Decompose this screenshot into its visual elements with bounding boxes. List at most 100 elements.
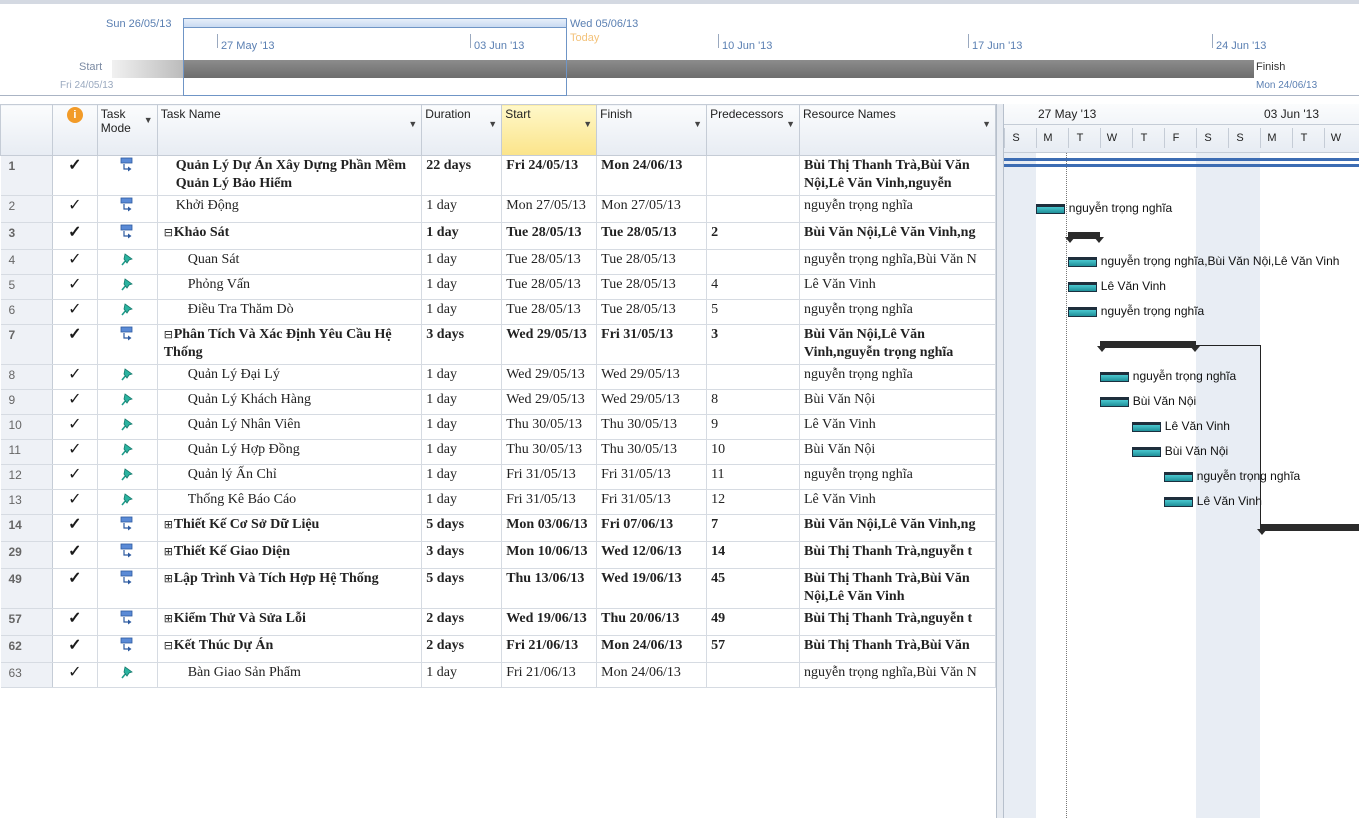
predecessors-cell[interactable] xyxy=(706,249,800,275)
finish-cell[interactable]: Mon 27/05/13 xyxy=(596,195,708,223)
view-splitter[interactable] xyxy=(996,104,1004,818)
task-name-cell[interactable]: Phỏng Vấn xyxy=(157,274,423,300)
finish-cell[interactable]: Wed 19/06/13 xyxy=(596,568,708,609)
task-bar[interactable] xyxy=(1164,497,1193,507)
duration-cell[interactable]: 1 day xyxy=(421,195,503,223)
filter-arrow-icon[interactable]: ▼ xyxy=(144,115,153,125)
task-row[interactable]: 4 ✓ Quan Sát 1 day Tue 28/05/13 Tue 28/05/13 n… xyxy=(0,249,996,275)
predecessors-cell[interactable]: 45 xyxy=(706,568,800,609)
column-header-start[interactable]: Start ▼ xyxy=(501,104,598,156)
manually-scheduled-icon[interactable] xyxy=(97,489,158,515)
task-bar[interactable] xyxy=(1068,282,1097,292)
start-cell[interactable]: Wed 29/05/13 xyxy=(501,324,598,365)
manually-scheduled-icon[interactable] xyxy=(97,464,158,490)
predecessors-cell[interactable]: 5 xyxy=(706,299,800,325)
collapse-toggle[interactable]: ⊟ xyxy=(164,326,174,344)
task-name-cell[interactable]: ⊟Kết Thúc Dự Án xyxy=(157,635,423,663)
task-bar[interactable] xyxy=(1068,257,1097,267)
resource-names-cell[interactable]: Bùi Văn Nội,Lê Văn Vinh,ng xyxy=(799,222,996,250)
duration-cell[interactable]: 1 day xyxy=(421,414,503,440)
duration-cell[interactable]: 1 day xyxy=(421,299,503,325)
summary-bar-start-marker[interactable] xyxy=(1097,345,1107,352)
manually-scheduled-icon[interactable] xyxy=(97,389,158,415)
resource-names-cell[interactable]: Bùi Văn Nội xyxy=(799,439,996,465)
task-sheet[interactable]: i Task Mode ▼ Task Name ▼ Duration ▼ Start ▼… xyxy=(0,104,996,818)
column-header-duration[interactable]: Duration ▼ xyxy=(421,104,503,156)
row-id[interactable]: 12 xyxy=(0,464,53,490)
auto-scheduled-icon[interactable] xyxy=(97,541,158,569)
finish-cell[interactable]: Tue 28/05/13 xyxy=(596,249,708,275)
task-row[interactable]: 10 ✓ Quản Lý Nhân Viên 1 day Thu 30/05/13 Thu… xyxy=(0,414,996,440)
finish-cell[interactable]: Fri 07/06/13 xyxy=(596,514,708,542)
auto-scheduled-icon[interactable] xyxy=(97,635,158,663)
predecessors-cell[interactable] xyxy=(706,195,800,223)
task-name-cell[interactable]: Quản Lý Dự Án Xây Dựng Phần Mềm Quản Lý … xyxy=(157,155,423,196)
row-id[interactable]: 9 xyxy=(0,389,53,415)
predecessors-cell[interactable]: 4 xyxy=(706,274,800,300)
task-row[interactable]: 57 ✓ ⊞Kiểm Thử Và Sửa Lỗi 2 days Wed 19/06/1… xyxy=(0,608,996,636)
manually-scheduled-icon[interactable] xyxy=(97,364,158,390)
task-bar[interactable] xyxy=(1036,204,1065,214)
finish-cell[interactable]: Wed 29/05/13 xyxy=(596,389,708,415)
timeline-view[interactable]: Sun 26/05/13 Wed 05/06/13 Today 27 May '… xyxy=(0,0,1359,96)
predecessors-cell[interactable]: 11 xyxy=(706,464,800,490)
auto-scheduled-icon[interactable] xyxy=(97,324,158,365)
task-row[interactable]: 5 ✓ Phỏng Vấn 1 day Tue 28/05/13 Tue 28/05/13… xyxy=(0,274,996,300)
filter-arrow-icon[interactable]: ▼ xyxy=(583,119,592,129)
resource-names-cell[interactable]: Bùi Thị Thanh Trà,nguyễn t xyxy=(799,541,996,569)
predecessors-cell[interactable]: 8 xyxy=(706,389,800,415)
start-cell[interactable]: Mon 10/06/13 xyxy=(501,541,598,569)
start-cell[interactable]: Tue 28/05/13 xyxy=(501,249,598,275)
finish-cell[interactable]: Tue 28/05/13 xyxy=(596,299,708,325)
filter-arrow-icon[interactable]: ▼ xyxy=(786,119,795,129)
column-header-task-name[interactable]: Task Name ▼ xyxy=(156,104,423,156)
duration-cell[interactable]: 1 day xyxy=(421,389,503,415)
auto-scheduled-icon[interactable] xyxy=(97,222,158,250)
finish-cell[interactable]: Mon 24/06/13 xyxy=(596,662,708,688)
task-row[interactable]: 12 ✓ Quản lý Ấn Chỉ 1 day Fri 31/05/13 Fri 31… xyxy=(0,464,996,490)
start-cell[interactable]: Fri 24/05/13 xyxy=(501,155,598,196)
finish-cell[interactable]: Tue 28/05/13 xyxy=(596,222,708,250)
task-name-cell[interactable]: Quản Lý Nhân Viên xyxy=(157,414,423,440)
auto-scheduled-icon[interactable] xyxy=(97,195,158,223)
predecessors-cell[interactable]: 7 xyxy=(706,514,800,542)
expand-toggle[interactable]: ⊞ xyxy=(164,610,174,628)
task-name-cell[interactable]: Quản Lý Đại Lý xyxy=(157,364,423,390)
finish-cell[interactable]: Wed 12/06/13 xyxy=(596,541,708,569)
duration-cell[interactable]: 1 day xyxy=(421,662,503,688)
gantt-timescale[interactable]: 27 May '13 03 Jun '13 SMTWTFSSMTW xyxy=(1004,104,1359,153)
start-cell[interactable]: Tue 28/05/13 xyxy=(501,274,598,300)
resource-names-cell[interactable]: Lê Văn Vinh xyxy=(799,489,996,515)
start-cell[interactable]: Wed 29/05/13 xyxy=(501,364,598,390)
predecessors-cell[interactable]: 3 xyxy=(706,324,800,365)
resource-names-cell[interactable]: nguyễn trọng nghĩa,Bùi Văn N xyxy=(799,662,996,688)
duration-cell[interactable]: 1 day xyxy=(421,274,503,300)
task-name-cell[interactable]: ⊞Lập Trình Và Tích Hợp Hệ Thống xyxy=(157,568,423,609)
task-row[interactable]: 63 ✓ Bàn Giao Sản Phẩm 1 day Fri 21/06/13 Mon… xyxy=(0,662,996,688)
resource-names-cell[interactable]: Bùi Văn Nội xyxy=(799,389,996,415)
row-id[interactable]: 5 xyxy=(0,274,53,300)
task-name-cell[interactable]: Điều Tra Thăm Dò xyxy=(157,299,423,325)
task-bar[interactable] xyxy=(1132,447,1161,457)
task-name-cell[interactable]: ⊞Thiết Kế Giao Diện xyxy=(157,541,423,569)
start-cell[interactable]: Thu 13/06/13 xyxy=(501,568,598,609)
resource-names-cell[interactable]: nguyễn trọng nghĩa xyxy=(799,464,996,490)
task-name-cell[interactable]: Khởi Động xyxy=(157,195,423,223)
task-row[interactable]: 49 ✓ ⊞Lập Trình Và Tích Hợp Hệ Thống 5 days… xyxy=(0,568,996,609)
task-row[interactable]: 14 ✓ ⊞Thiết Kế Cơ Sở Dữ Liệu 5 days Mon 03/0… xyxy=(0,514,996,542)
row-id[interactable]: 62 xyxy=(0,635,53,663)
finish-cell[interactable]: Thu 30/05/13 xyxy=(596,414,708,440)
resource-names-cell[interactable]: Lê Văn Vinh xyxy=(799,414,996,440)
row-id[interactable]: 10 xyxy=(0,414,53,440)
row-id[interactable]: 13 xyxy=(0,489,53,515)
start-cell[interactable]: Mon 27/05/13 xyxy=(501,195,598,223)
task-row[interactable]: 6 ✓ Điều Tra Thăm Dò 1 day Tue 28/05/13 Tue 2… xyxy=(0,299,996,325)
duration-cell[interactable]: 5 days xyxy=(421,568,503,609)
manually-scheduled-icon[interactable] xyxy=(97,274,158,300)
task-row[interactable]: 11 ✓ Quản Lý Hợp Đồng 1 day Thu 30/05/13 Thu … xyxy=(0,439,996,465)
duration-cell[interactable]: 2 days xyxy=(421,608,503,636)
resource-names-cell[interactable]: Bùi Văn Nội,Lê Văn Vinh,ng xyxy=(799,514,996,542)
task-name-cell[interactable]: Bàn Giao Sản Phẩm xyxy=(157,662,423,688)
resource-names-cell[interactable]: Lê Văn Vinh xyxy=(799,274,996,300)
duration-cell[interactable]: 1 day xyxy=(421,249,503,275)
